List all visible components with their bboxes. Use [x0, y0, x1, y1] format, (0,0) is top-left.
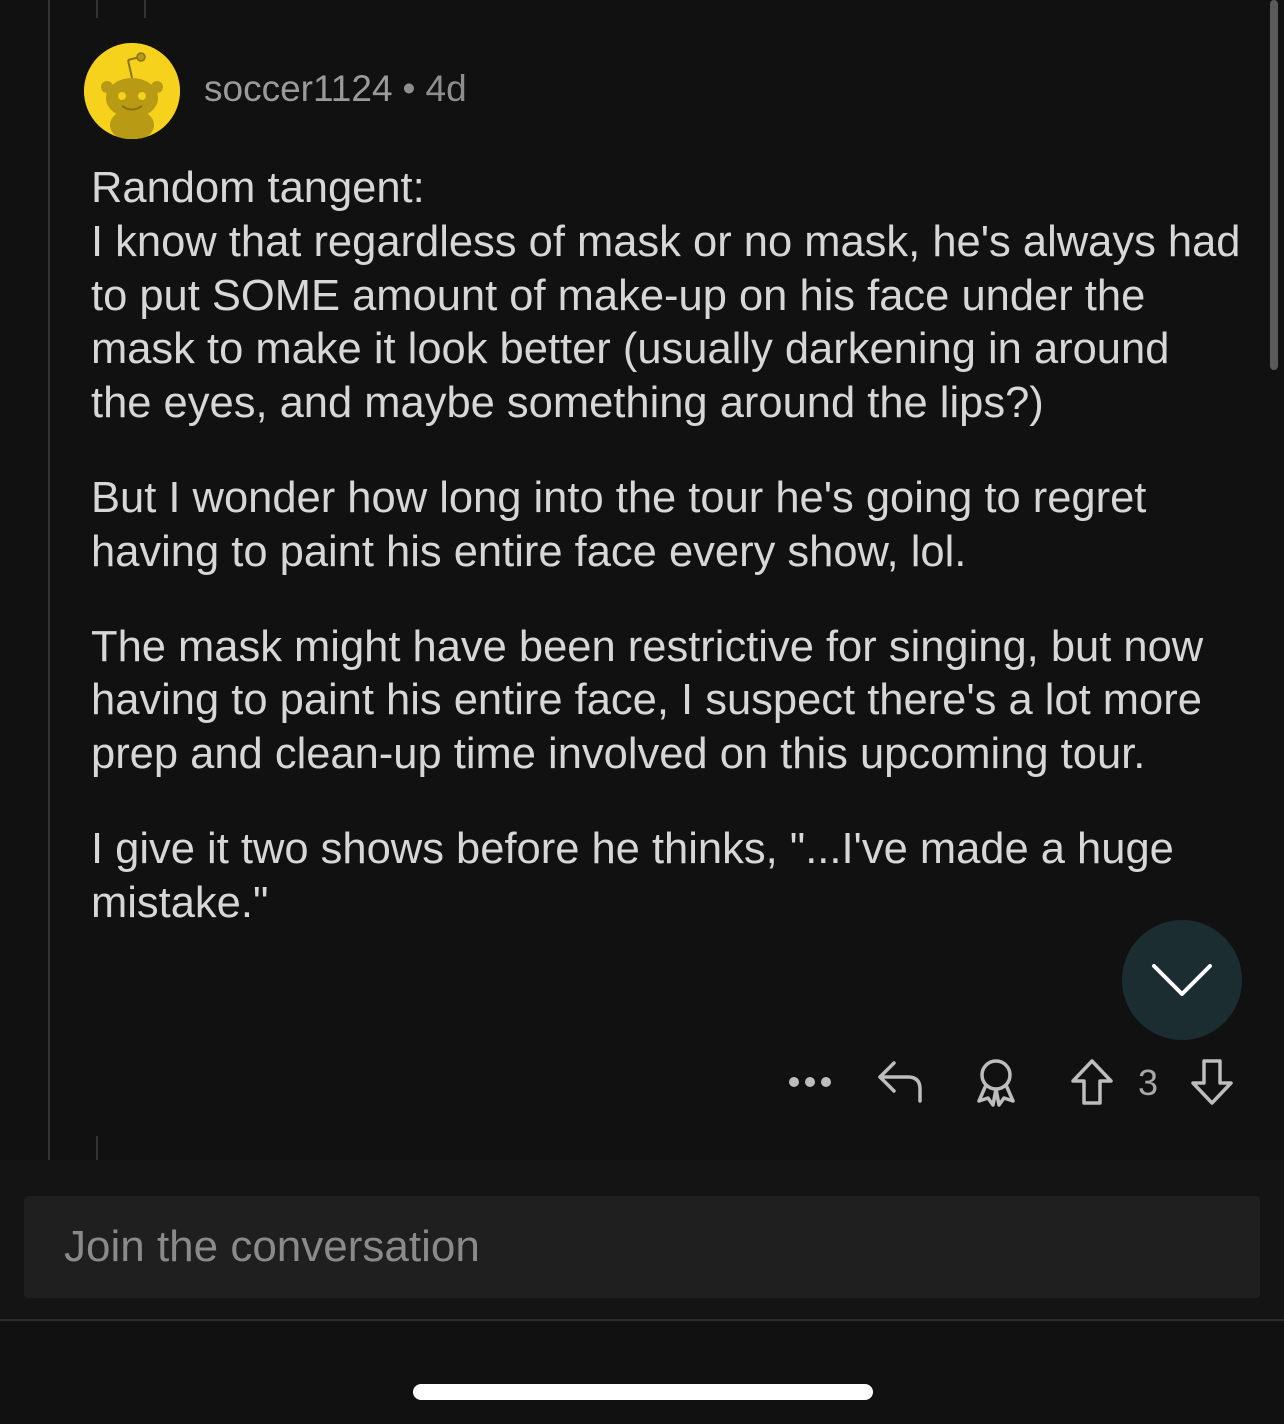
vote-count: 3	[1138, 1062, 1159, 1103]
comment-age: 4d	[425, 68, 467, 109]
downvote-button[interactable]	[1182, 1052, 1242, 1112]
thread-line-top-a	[96, 0, 98, 18]
username-link[interactable]: soccer1124	[204, 68, 393, 109]
next-comment-button[interactable]	[1122, 920, 1242, 1040]
thread-line-left	[48, 0, 50, 1160]
reply-arrow-icon	[878, 1061, 922, 1103]
meta-separator: •	[402, 68, 416, 109]
comment-body: Random tangent: I know that regardless o…	[91, 162, 1241, 972]
user-avatar[interactable]	[84, 43, 180, 139]
award-icon	[977, 1059, 1015, 1107]
comment-meta: soccer1124 • 4d	[204, 68, 467, 110]
chevron-down-icon	[1152, 964, 1212, 996]
comment-paragraph: The mask might have been restrictive for…	[91, 622, 1204, 779]
comment-paragraph: But I wonder how long into the tour he's…	[91, 473, 1147, 576]
award-button[interactable]	[966, 1052, 1026, 1112]
more-dots-icon	[789, 1077, 831, 1087]
more-options-button[interactable]	[780, 1052, 840, 1112]
snoo-avatar-icon	[84, 43, 180, 139]
downvote-arrow-icon	[1191, 1059, 1233, 1105]
home-indicator[interactable]	[413, 1384, 873, 1400]
thread-line-bottom	[96, 1136, 98, 1160]
thread-line-top-b	[144, 0, 146, 18]
upvote-arrow-icon	[1071, 1059, 1113, 1105]
reply-button[interactable]	[870, 1052, 930, 1112]
comment-paragraph: Random tangent: I know that regardless o…	[91, 164, 1241, 428]
scrollbar[interactable]	[1270, 0, 1278, 370]
comment-screen: soccer1124 • 4d Random tangent: I know tha…	[0, 0, 1284, 1424]
bottom-divider	[0, 1319, 1284, 1321]
comment-actions: 3	[770, 1052, 1250, 1112]
upvote-button[interactable]	[1062, 1052, 1122, 1112]
comment-paragraph: I give it two shows before he thinks, ".…	[91, 824, 1174, 927]
join-conversation-input[interactable]	[24, 1196, 1260, 1298]
